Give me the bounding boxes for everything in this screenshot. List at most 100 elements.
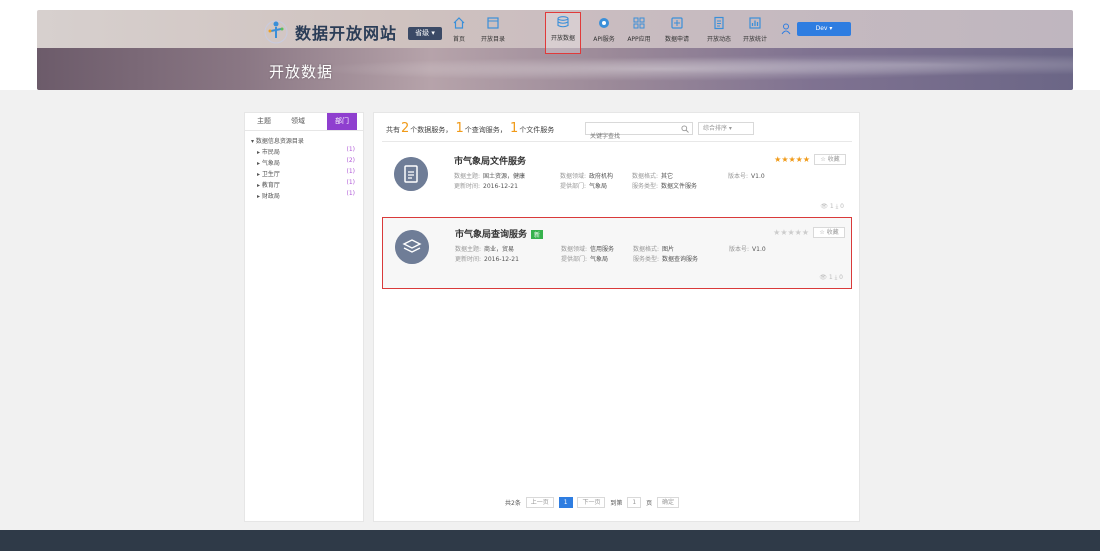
tab-department[interactable]: 部门 xyxy=(327,113,357,130)
nav-item-2[interactable]: 开放数据 xyxy=(545,12,581,54)
card-title-text[interactable]: 市气象局文件服务 xyxy=(454,157,526,167)
meta-label: 服务类型: xyxy=(633,256,660,263)
sidebar: 主题 领域 部门 ▾ 数据信息资源目录 ▸ 市民局 (1) ▸ 气象局 (2) ▸ 卫生… xyxy=(244,112,364,522)
service-card[interactable]: 市气象局查询服务新数据主题: 商业，贸易 数据领域: 信用服务 数据格式: 图片 版本号: V… xyxy=(382,217,852,289)
star-icon[interactable]: ★ xyxy=(802,228,809,237)
nav-item-label: 开放动态 xyxy=(706,36,731,43)
tree-item[interactable]: ▸ 卫生厅 (1) xyxy=(257,168,359,179)
tree-root[interactable]: ▾ 数据信息资源目录 xyxy=(251,136,304,145)
card-meta: 提供部门: 气象局 xyxy=(560,181,607,190)
tree-item-label: ▸ 卫生厅 xyxy=(257,171,280,178)
meta-label: 更新时间: xyxy=(455,256,482,263)
app-icon xyxy=(633,17,645,29)
tree-item[interactable]: ▸ 气象局 (2) xyxy=(257,157,359,168)
nav-item-1[interactable]: 开放目录 xyxy=(475,14,511,48)
card-meta: 数据主题: 国土资源，健康 xyxy=(454,171,525,180)
page-1-button[interactable]: 1 xyxy=(558,497,573,508)
nav-item-6[interactable]: 开放动态 xyxy=(701,14,737,48)
service-card[interactable]: 市气象局文件服务 数据主题: 国土资源，健康 数据领域: 政府机构 数据格式: 其它 版本号:… xyxy=(382,145,852,217)
meta-value: 数据查询服务 xyxy=(662,256,699,263)
banner xyxy=(37,48,1073,90)
meta-value: 商业，贸易 xyxy=(484,246,515,253)
nav-item-7[interactable]: 开放统计 xyxy=(737,14,773,48)
card-title[interactable]: 市气象局文件服务 xyxy=(454,154,526,167)
meta-label: 数据格式: xyxy=(633,246,660,253)
stats-icon xyxy=(749,17,761,29)
catalog-icon xyxy=(487,17,499,29)
meta-value: 国土资源，健康 xyxy=(483,173,526,180)
meta-label: 提供部门: xyxy=(561,256,588,263)
meta-value: 图片 xyxy=(662,246,675,253)
card-meta: 数据主题: 商业，贸易 xyxy=(455,244,514,253)
card-title-text[interactable]: 市气象局查询服务 xyxy=(455,230,527,240)
collect-button[interactable]: ☆ 收藏 xyxy=(814,154,846,165)
star-icon[interactable]: ★ xyxy=(788,155,795,164)
file-service-count: 1 xyxy=(510,121,519,136)
nav-item-4[interactable]: APP应用 xyxy=(621,14,657,48)
region-selector[interactable]: 省级 ▾ xyxy=(408,27,442,40)
news-icon xyxy=(714,16,724,30)
card-meta: 数据格式: 其它 xyxy=(632,171,673,180)
summary-text-3: 个文件服务 xyxy=(519,126,555,134)
card-meta: 数据领域: 信用服务 xyxy=(561,244,614,253)
nav-item-0[interactable]: 首页 xyxy=(441,14,477,48)
footer xyxy=(0,530,1100,551)
meta-label: 数据领域: xyxy=(561,246,588,253)
data-service-count: 2 xyxy=(401,121,410,136)
meta-value: 信用服务 xyxy=(590,246,615,253)
meta-label: 数据主题: xyxy=(454,173,481,180)
tree-item-label: ▸ 财政局 xyxy=(257,193,280,200)
star-icon[interactable]: ★ xyxy=(796,155,803,164)
tree-item[interactable]: ▸ 教育厅 (1) xyxy=(257,179,359,190)
collect-button[interactable]: ☆ 收藏 xyxy=(813,227,845,238)
tab-domain[interactable]: 领域 xyxy=(283,113,313,130)
sort-select[interactable]: 综合排序 ▾ xyxy=(698,122,754,135)
tree-item-count: (2) xyxy=(346,157,356,164)
tree-item-label: ▸ 气象局 xyxy=(257,160,280,167)
star-icon[interactable]: ★ xyxy=(795,228,802,237)
user-icon[interactable] xyxy=(781,23,791,35)
rating-stars[interactable]: ★★★★★ xyxy=(774,155,810,164)
tree-item-label: ▸ 市民局 xyxy=(257,149,280,156)
site-title[interactable]: 数据开放网站 xyxy=(295,20,397,44)
logo-icon xyxy=(264,20,288,44)
user-menu-button[interactable]: Dev ▾ xyxy=(797,22,851,36)
summary-text-1: 个数据服务， xyxy=(410,126,453,134)
search-icon[interactable] xyxy=(681,125,689,133)
star-icon[interactable]: ★ xyxy=(787,228,794,237)
meta-value: V1.0 xyxy=(752,246,766,253)
card-meta: 服务类型: 数据文件服务 xyxy=(632,181,697,190)
tree-item[interactable]: ▸ 市民局 (1) xyxy=(257,146,359,157)
goto-confirm-button[interactable]: 确定 xyxy=(657,497,680,508)
meta-label: 数据领域: xyxy=(560,173,587,180)
nav-item-label: 开放目录 xyxy=(480,36,505,43)
card-meta: 版本号: V1.0 xyxy=(728,171,765,180)
nav-item-label: 开放数据 xyxy=(550,35,575,42)
rating-stars[interactable]: ★★★★★ xyxy=(773,228,809,237)
prev-page-button[interactable]: 上一页 xyxy=(525,497,554,508)
page-number-input[interactable]: 1 xyxy=(627,497,642,508)
total-count: 共2条 xyxy=(505,500,521,507)
next-page-button[interactable]: 下一页 xyxy=(577,497,606,508)
meta-label: 数据格式: xyxy=(632,173,659,180)
meta-label: 版本号: xyxy=(729,246,750,253)
pagination: 共2条 上一页 1 下一页 到第 1 页 确定 xyxy=(505,497,682,509)
star-icon[interactable]: ★ xyxy=(803,155,810,164)
meta-label: 版本号: xyxy=(728,173,749,180)
meta-value: V1.0 xyxy=(751,173,765,180)
tree-item-count: (1) xyxy=(346,168,356,175)
meta-label: 提供部门: xyxy=(560,183,587,190)
goto-label: 到第 xyxy=(610,500,623,507)
meta-value: 其它 xyxy=(661,173,674,180)
nav-item-5[interactable]: 数据申请 xyxy=(659,14,695,48)
home-icon xyxy=(453,17,465,29)
card-meta: 提供部门: 气象局 xyxy=(561,254,608,263)
summary-prefix: 共有 xyxy=(386,126,400,134)
site-header: 数据开放网站 省级 ▾ 首页 开放目录 开放数据 API服务 APP应用 数据申请 开放动态… xyxy=(37,10,1073,90)
page-title: 开放数据 xyxy=(269,63,334,81)
nav-item-3[interactable]: API服务 xyxy=(586,14,622,48)
card-title[interactable]: 市气象局查询服务新 xyxy=(455,227,544,240)
tree-item[interactable]: ▸ 财政局 (1) xyxy=(257,190,359,201)
card-meta: 数据格式: 图片 xyxy=(633,244,674,253)
tab-theme[interactable]: 主题 xyxy=(249,113,279,130)
